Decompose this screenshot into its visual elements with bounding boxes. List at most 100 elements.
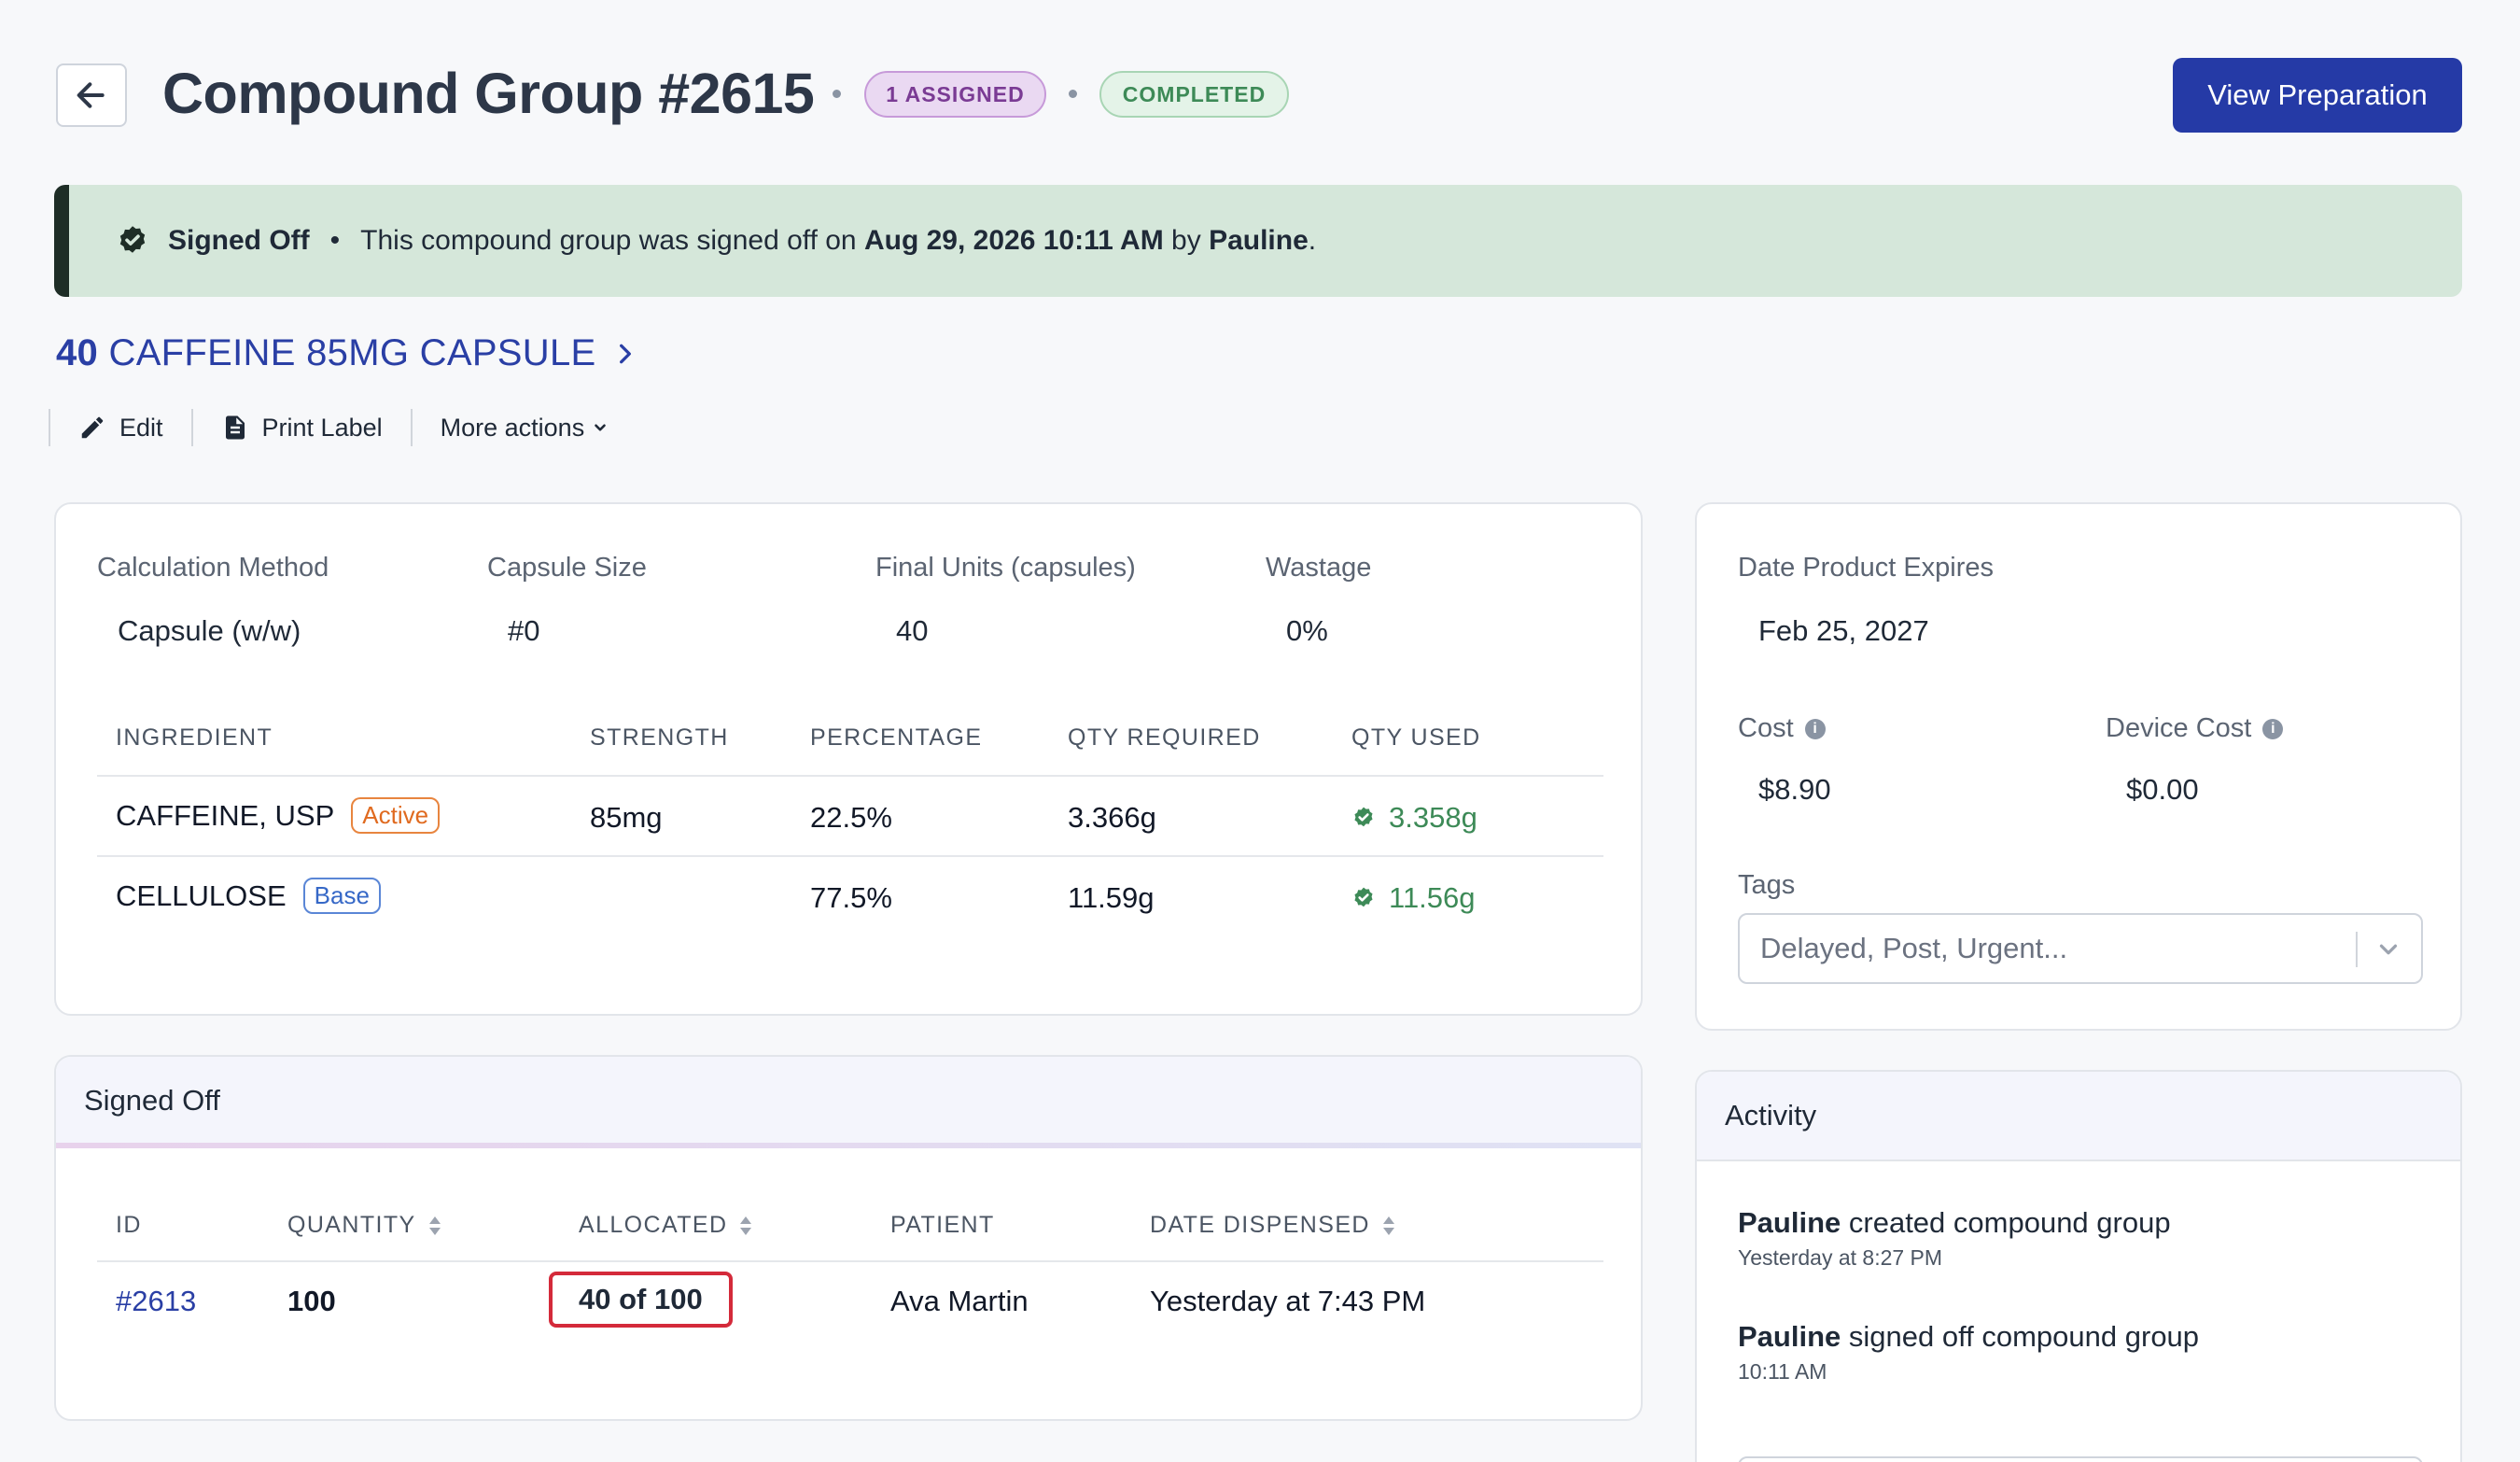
activity-action: signed off compound group (1848, 1320, 2200, 1353)
allocated-header-label: ALLOCATED (579, 1212, 728, 1238)
final-units-label: Final Units (capsules) (875, 553, 1136, 583)
arrow-left-icon (77, 82, 105, 108)
back-button[interactable] (56, 63, 127, 127)
product-info-card: Date Product Expires Feb 25, 2027 Cost i… (1695, 502, 2462, 1031)
percentage-cell: 77.5% (810, 881, 892, 914)
activity-card: Activity Pauline created compound group … (1695, 1070, 2462, 1462)
wastage-label: Wastage (1266, 553, 1372, 583)
sort-icon (1382, 1216, 1394, 1235)
device-cost-label-group: Device Cost i (2106, 713, 2284, 744)
date-dispensed-cell: Yesterday at 7:43 PM (1150, 1285, 1426, 1317)
qty-required-cell: 3.366g (1068, 801, 1156, 834)
check-badge-icon (1354, 807, 1373, 827)
assigned-badge[interactable]: 1 ASSIGNED (864, 71, 1046, 118)
document-icon (225, 415, 245, 440)
column-header-allocated[interactable]: ALLOCATED (579, 1212, 753, 1239)
qty-used-cell: 3.358g (1351, 801, 1477, 835)
activity-item: Pauline created compound group Yesterday… (1738, 1206, 2171, 1271)
column-header-ingredient: INGREDIENT (116, 724, 273, 751)
strength-cell: 85mg (590, 801, 663, 834)
device-cost-value: $0.00 (2126, 773, 2199, 806)
separator-dot (833, 90, 841, 98)
base-tag: Base (302, 878, 381, 914)
action-bar: Edit Print Label More actions (49, 407, 637, 448)
capsule-size-label: Capsule Size (487, 553, 647, 583)
edit-label: Edit (119, 413, 163, 442)
chevron-down-icon (595, 424, 607, 431)
date-dispensed-header-label: DATE DISPENSED (1150, 1212, 1370, 1238)
activity-action: created compound group (1848, 1206, 2171, 1239)
edit-button[interactable]: Edit (50, 414, 191, 443)
product-quantity: 40 (56, 332, 99, 373)
dispense-id-link[interactable]: #2613 (116, 1285, 196, 1318)
column-header-quantity[interactable]: QUANTITY (287, 1212, 442, 1239)
activity-header: Activity (1697, 1072, 2460, 1161)
print-label-button[interactable]: Print Label (193, 413, 411, 443)
product-name: CAFFEINE 85MG CAPSULE (108, 332, 596, 373)
more-actions-label: More actions (440, 413, 585, 442)
expires-label: Date Product Expires (1738, 553, 1995, 583)
qty-used-cell: 11.56g (1351, 881, 1476, 915)
banner-label: Signed Off (168, 225, 310, 256)
page-title: Compound Group #2615 (162, 62, 815, 125)
check-badge-icon (1354, 887, 1373, 907)
banner-by: by (1171, 225, 1201, 256)
activity-time: 10:11 AM (1738, 1359, 1827, 1384)
ingredient-name: CELLULOSE (116, 879, 287, 912)
percentage-cell: 22.5% (810, 801, 892, 834)
column-header-date-dispensed[interactable]: DATE DISPENSED (1150, 1212, 1396, 1239)
quantity-header-label: QUANTITY (287, 1212, 416, 1238)
comment-input[interactable] (1738, 1456, 2423, 1462)
info-icon[interactable]: i (2262, 718, 2284, 739)
info-icon[interactable]: i (1804, 718, 1826, 739)
print-label-text: Print Label (261, 413, 383, 442)
banner-period: . (1308, 225, 1317, 256)
activity-time: Yesterday at 8:27 PM (1738, 1245, 1943, 1270)
allocated-cell[interactable]: 40 of 100 (549, 1272, 733, 1328)
verified-badge-icon (119, 226, 146, 253)
table-divider (97, 1260, 1603, 1262)
column-header-strength: STRENGTH (590, 724, 729, 751)
calc-method-label: Calculation Method (97, 553, 329, 583)
table-divider (97, 775, 1603, 777)
compound-details-card: Calculation Method Capsule (w/w) Capsule… (54, 502, 1643, 1016)
view-preparation-button[interactable]: View Preparation (2173, 58, 2462, 133)
status-badge: COMPLETED (1099, 71, 1289, 118)
signed-off-card: Signed Off ID QUANTITY ALLOCATED PATIENT… (54, 1055, 1643, 1421)
cost-label: Cost (1738, 713, 1794, 743)
pencil-icon (81, 416, 104, 439)
calc-method-value: Capsule (w/w) (118, 614, 301, 647)
chevron-down-icon (2379, 944, 2398, 955)
column-header-qty-required: QTY REQUIRED (1068, 724, 1261, 751)
quantity-cell: 100 (287, 1285, 336, 1317)
final-units-value: 40 (896, 614, 929, 647)
product-link[interactable]: 40 CAFFEINE 85MG CAPSULE (56, 332, 637, 374)
more-actions-dropdown[interactable]: More actions (413, 414, 637, 443)
qty-used-value: 11.56g (1389, 881, 1476, 914)
wastage-value: 0% (1286, 614, 1328, 647)
tags-select[interactable]: Delayed, Post, Urgent... (1738, 913, 2423, 984)
column-header-percentage: PERCENTAGE (810, 724, 983, 751)
separator-dot (1069, 90, 1077, 98)
ingredient-name: CAFFEINE, USP (116, 798, 335, 832)
activity-user: Pauline (1738, 1320, 1841, 1353)
column-header-qty-used: QTY USED (1351, 724, 1481, 751)
table-divider (97, 855, 1603, 857)
cost-label-group: Cost i (1738, 713, 1826, 744)
signed-off-header: Signed Off (56, 1057, 1641, 1145)
qty-required-cell: 11.59g (1068, 881, 1155, 914)
signed-off-banner: Signed Off • This compound group was sig… (54, 185, 2462, 297)
chevron-right-icon (619, 344, 631, 363)
device-cost-label: Device Cost (2106, 713, 2252, 743)
banner-date: Aug 29, 2026 10:11 AM (863, 225, 1164, 256)
patient-cell[interactable]: Ava Martin (890, 1285, 1029, 1318)
cost-value: $8.90 (1758, 773, 1831, 806)
expires-value: Feb 25, 2027 (1758, 614, 1929, 647)
table-row: CAFFEINE, USP Active (116, 797, 441, 834)
column-header-id: ID (116, 1212, 142, 1238)
active-tag: Active (351, 797, 441, 834)
sort-icon (428, 1216, 441, 1235)
header-underline (56, 1143, 1641, 1148)
select-divider (2356, 932, 2358, 967)
banner-user: Pauline (1209, 225, 1309, 256)
